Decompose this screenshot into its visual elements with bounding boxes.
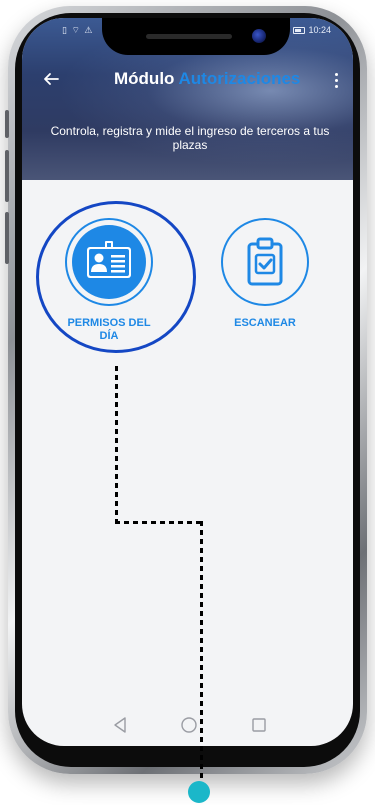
nav-recents-icon[interactable] <box>250 716 268 739</box>
title-highlight: Autorizaciones <box>178 69 301 88</box>
power-button <box>5 212 9 264</box>
title-prefix: Módulo <box>114 69 175 88</box>
header-subtitle: Controla, registra y mide el ingreso de … <box>50 124 330 152</box>
tap-indicator <box>188 781 210 803</box>
volume-down-button <box>5 150 9 202</box>
nav-home-icon[interactable] <box>180 716 198 739</box>
id-card-icon <box>72 225 146 299</box>
dotted-connector <box>200 521 203 783</box>
tile-circle <box>221 218 309 306</box>
nav-back-icon[interactable] <box>112 716 128 739</box>
camera-notch <box>102 18 290 55</box>
tile-label: PERMISOS DEL DÍA <box>67 317 151 342</box>
app-bar: Módulo Autorizaciones <box>22 66 353 96</box>
system-nav-bar <box>22 708 353 746</box>
speaker-grille <box>146 34 232 39</box>
status-icons: ▯ ⌔ ⚠ <box>62 25 94 35</box>
permisos-del-dia-button[interactable]: PERMISOS DEL DÍA <box>54 218 164 343</box>
tile-label: ESCANEAR <box>234 317 296 329</box>
tile-circle <box>65 218 153 306</box>
page-title: Módulo Autorizaciones <box>114 69 300 89</box>
front-camera <box>252 29 266 43</box>
battery-icon <box>293 26 306 34</box>
back-arrow-icon[interactable] <box>38 66 64 92</box>
escanear-button[interactable]: ESCANEAR <box>210 218 320 330</box>
status-right: 10:24 <box>293 25 331 35</box>
clipboard-check-icon <box>247 237 283 286</box>
dotted-connector <box>115 521 203 524</box>
volume-up-button <box>5 110 9 138</box>
dotted-connector <box>115 366 118 523</box>
app-screen: ▯ ⌔ ⚠ 10:24 Módulo Autorizaciones Contro… <box>22 18 353 746</box>
more-options-icon[interactable] <box>329 68 343 92</box>
status-time: 10:24 <box>308 25 331 35</box>
